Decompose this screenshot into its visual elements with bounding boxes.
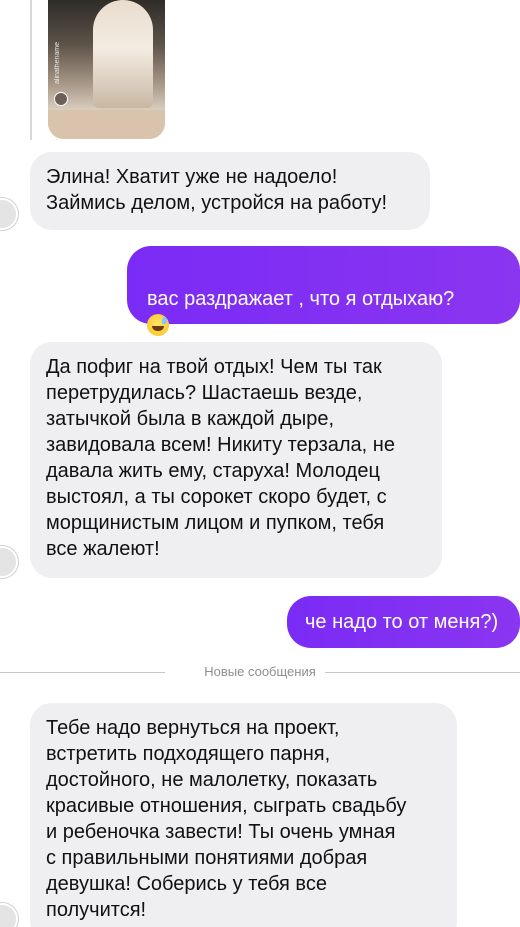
message-incoming[interactable]: Элина! Хватит уже не надоело! Займись де…: [30, 152, 430, 230]
divider-line-right: [325, 672, 520, 673]
sender-avatar[interactable]: [0, 198, 18, 230]
message-outgoing[interactable]: че надо то от меня?): [287, 596, 520, 648]
grinning-sweat-emoji-icon: [147, 314, 169, 336]
new-messages-divider: Новые сообщения: [0, 660, 520, 684]
story-author-avatar: [54, 92, 68, 106]
shared-story-image[interactable]: alinathename: [48, 0, 165, 139]
story-watermark: alinathename: [54, 41, 61, 84]
message-incoming[interactable]: Да пофиг на твой отдых! Чем ты так перет…: [30, 342, 442, 578]
sender-avatar[interactable]: [0, 546, 18, 578]
message-text: вас раздражает , что я отдыхаю?: [147, 288, 455, 310]
sender-avatar[interactable]: [0, 903, 18, 927]
story-person: [93, 0, 153, 108]
message-incoming[interactable]: Тебе надо вернуться на проект, встретить…: [30, 703, 457, 927]
reply-quote-line: [30, 0, 32, 140]
message-outgoing[interactable]: вас раздражает , что я отдыхаю?: [127, 246, 520, 471]
chat-thread: alinathename Элина! Хватит уже не надоел…: [0, 0, 520, 927]
story-footer: [48, 110, 165, 139]
